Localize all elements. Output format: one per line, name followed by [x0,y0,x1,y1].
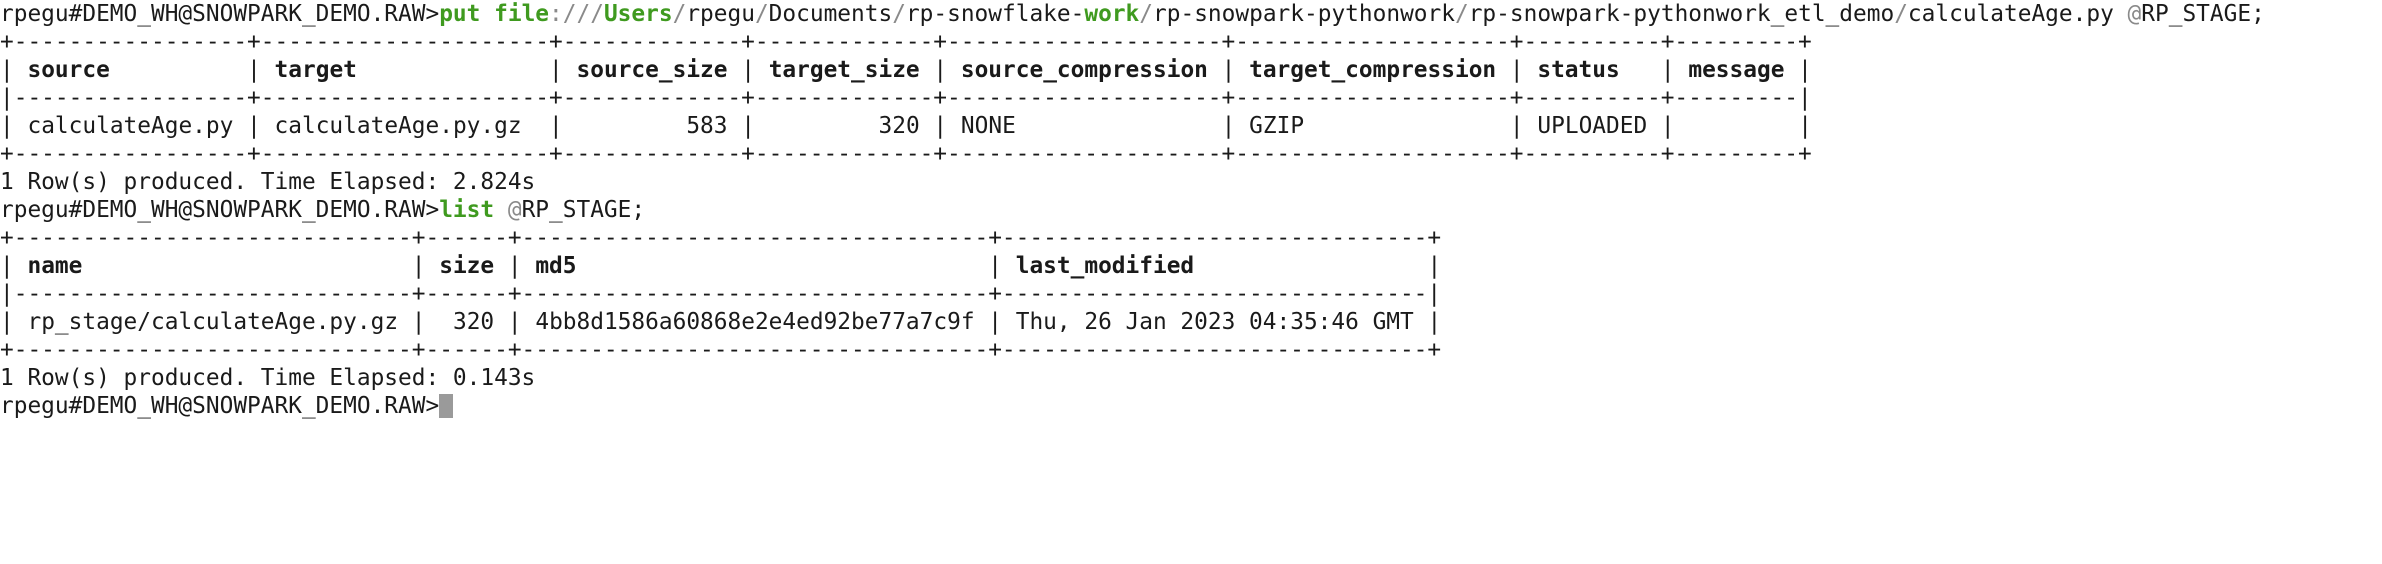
stage-name: RP_STAGE; [2141,1,2265,27]
table-border-top: +-----------------------------+------+--… [0,225,1442,251]
command-keyword-put: put [439,1,481,27]
path-segment-users: Users [603,1,673,27]
path-segment-pythonwork: rp-snowpark-pythonwork [1153,1,1455,27]
column-header-md5: md5 [535,253,577,279]
column-header-source-size: source_size [576,57,728,83]
command-keyword-file: file [494,1,550,27]
result-summary: 1 Row(s) produced. Time Elapsed: 0.143s [0,365,536,391]
column-header-message: message [1688,57,1785,83]
text-cursor[interactable] [439,394,454,418]
column-header-last-modified: last_modified [1015,253,1195,279]
path-separator: / [754,1,769,27]
path-separator: / [1139,1,1154,27]
table-cell-source-compression: NONE [960,113,1016,139]
stage-name: RP_STAGE; [521,197,646,223]
table-cell-target: calculateAge.py.gz [274,113,522,139]
column-header-source: source [27,57,110,83]
table-cell-target-compression: GZIP [1249,113,1305,139]
path-separator: / [672,1,687,27]
command-line-list: rpegu#DEMO_WH@SNOWPARK_DEMO.RAW>list @RP… [0,196,2382,224]
column-header-size: size [439,253,495,279]
path-separator: / [1894,1,1908,27]
table-cell-last-modified: Thu, 26 Jan 2023 04:35:46 GMT [1015,309,1414,335]
path-separator: / [1454,1,1469,27]
command-line-active[interactable]: rpegu#DEMO_WH@SNOWPARK_DEMO.RAW> [0,392,2382,420]
terminal-window[interactable]: rpegu#DEMO_WH@SNOWPARK_DEMO.RAW>put file… [0,0,2382,564]
column-header-target-compression: target_compression [1249,57,1497,83]
table-cell-source-size: 583 [686,113,728,139]
table-border-bottom: +-----------------------------+------+--… [0,337,1442,363]
column-header-target-size: target_size [768,57,920,83]
column-header-name: name [27,253,83,279]
table-cell-source: calculateAge.py [27,113,234,139]
table-body: | rp_stage/calculateAge.py.gz | 320 | 4b… [0,308,2382,336]
table-cell-target-size: 320 [878,113,920,139]
table-cell-status: UPLOADED [1537,113,1648,139]
table-header-row: | source | target | source_size | target… [0,57,1812,83]
table-cell-name: rp_stage/calculateAge.py.gz [27,309,399,335]
path-segment-work: work [1084,1,1140,27]
shell-prompt: rpegu#DEMO_WH@SNOWPARK_DEMO.RAW> [0,197,440,223]
table-cell-md5: 4bb8d1586a60868e2e4ed92be77a7c9f [535,309,975,335]
table-body: | calculateAge.py | calculateAge.py.gz |… [0,112,2382,140]
path-segment-user: rpegu [686,1,755,27]
table-row: | rp_stage/calculateAge.py.gz | 320 | 4b… [0,309,1442,335]
stage-listing-table: +-----------------------------+------+--… [0,224,2382,364]
stage-at-sign: @ [2127,1,2142,27]
stage-at-sign: @ [507,197,522,223]
command-keyword-list: list [439,197,495,223]
path-separator: :// [549,1,591,27]
column-header-status: status [1537,57,1620,83]
path-segment-file: calculateAge.py [1907,1,2114,27]
table-header-separator: |-----------------------------+------+--… [0,281,1442,307]
table-border-top: +-----------------+---------------------… [0,29,1812,55]
table-cell-size: 320 [452,309,495,335]
column-header-target: target [274,57,357,83]
path-separator: / [590,1,604,27]
shell-prompt: rpegu#DEMO_WH@SNOWPARK_DEMO.RAW> [0,1,440,27]
path-segment-rp-snowflake: rp-snowflake- [905,1,1085,27]
table-row: | calculateAge.py | calculateAge.py.gz |… [0,113,1812,139]
column-header-source-compression: source_compression [960,57,1208,83]
shell-prompt: rpegu#DEMO_WH@SNOWPARK_DEMO.RAW> [0,393,440,419]
table-header-separator: |-----------------+---------------------… [0,85,1812,111]
command-line-put: rpegu#DEMO_WH@SNOWPARK_DEMO.RAW>put file… [0,0,2382,28]
result-summary: 1 Row(s) produced. Time Elapsed: 2.824s [0,169,536,195]
table-header-row: | name | size | md5 | last_modified | [0,253,1442,279]
path-separator: / [892,1,906,27]
path-segment-documents: Documents [768,1,893,27]
upload-results-table: +-----------------+---------------------… [0,28,2382,168]
path-segment-etl-demo: rp-snowpark-pythonwork_etl_demo [1468,1,1895,27]
table-border-bottom: +-----------------+---------------------… [0,141,1812,167]
